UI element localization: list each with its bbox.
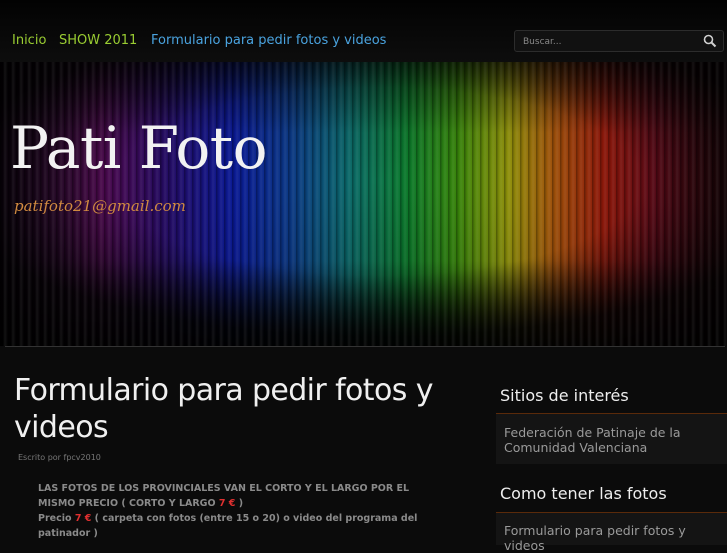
- search-input[interactable]: [521, 33, 703, 51]
- search-icon[interactable]: [703, 34, 717, 48]
- header-divider: [5, 346, 725, 347]
- price-corto-largo: 7 €: [218, 498, 236, 509]
- nav-item-inicio[interactable]: Inicio: [12, 33, 46, 48]
- site-email: patifoto21@gmail.com: [14, 197, 186, 215]
- sidebar-link-federacion[interactable]: Federación de Patinaje de la Comunidad V…: [504, 425, 714, 455]
- top-bar: Inicio SHOW 2011 Formulario para pedir f…: [0, 0, 727, 62]
- nav-item-show-2011[interactable]: SHOW 2011: [59, 33, 137, 48]
- site-title[interactable]: Pati Foto: [10, 114, 268, 182]
- search-box: [514, 30, 724, 52]
- sidebar-link-formulario[interactable]: Formulario para pedir fotos y videos: [504, 523, 714, 553]
- price-label: Precio: [38, 513, 72, 524]
- price-carpeta: 7 €: [74, 513, 92, 524]
- article-body: LAS FOTOS DE LOS PROVINCIALES VAN EL COR…: [38, 481, 423, 541]
- article-byline: Escrito por fpcv2010: [18, 453, 101, 462]
- sidebar-title-sitios: Sitios de interés: [500, 386, 629, 405]
- body-line-1-end: ): [238, 498, 244, 509]
- page-title: Formulario para pedir fotos y videos: [14, 373, 433, 445]
- nav-item-formulario[interactable]: Formulario para pedir fotos y videos: [151, 33, 386, 48]
- sidebar-title-fotos: Como tener las fotos: [500, 484, 667, 503]
- header-banner: Pati Foto patifoto21@gmail.com: [0, 62, 727, 346]
- body-line-2: ( carpeta con fotos (entre 15 o 20) o vi…: [38, 513, 418, 539]
